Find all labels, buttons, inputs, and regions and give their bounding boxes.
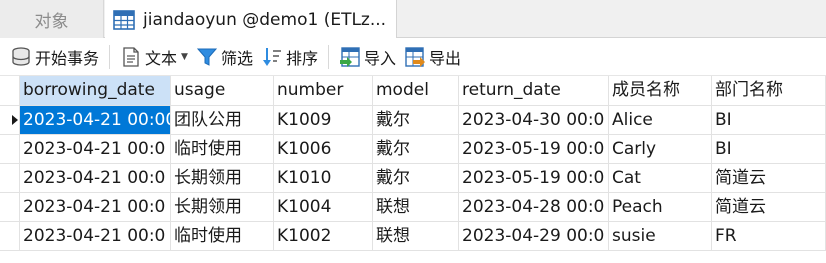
column-header-number[interactable]: number xyxy=(274,76,373,105)
import-icon xyxy=(339,46,360,67)
sort-button[interactable]: 排序 xyxy=(257,42,322,72)
table-cell[interactable]: 2023-04-21 00:0 xyxy=(20,222,171,250)
table-cell[interactable]: Alice xyxy=(609,106,712,134)
table-cell[interactable]: Cat xyxy=(609,164,712,192)
filter-button[interactable]: 筛选 xyxy=(192,42,257,72)
table-cell[interactable]: K1006 xyxy=(274,135,373,163)
current-row-arrow-icon xyxy=(12,115,18,125)
table-cell[interactable]: 简道云 xyxy=(712,193,826,221)
row-indicator[interactable] xyxy=(0,222,20,250)
text-view-button[interactable]: 文本 ▼ xyxy=(116,42,192,72)
tab-bar: 对象 jiandaoyun @demo1 (ETLz... xyxy=(0,0,826,39)
table-cell[interactable]: 联想 xyxy=(373,222,459,250)
row-indicator[interactable] xyxy=(0,164,20,192)
table-cell[interactable]: 2023-04-21 00:0 xyxy=(20,193,171,221)
table-row[interactable]: 2023-04-21 00:0 长期领用 K1010 戴尔 2023-05-19… xyxy=(0,164,826,193)
toolbar-divider xyxy=(109,44,111,69)
column-header-model[interactable]: model xyxy=(373,76,459,105)
begin-transaction-label: 开始事务 xyxy=(35,48,100,68)
table-icon xyxy=(113,9,135,30)
table-cell[interactable]: 戴尔 xyxy=(373,164,459,192)
funnel-icon xyxy=(196,48,218,66)
table-cell[interactable]: K1002 xyxy=(274,222,373,250)
table-row[interactable]: 2023-04-21 00:0 临时使用 K1002 联想 2023-04-29… xyxy=(0,222,826,251)
table-cell[interactable]: 联想 xyxy=(373,193,459,221)
table-cell[interactable]: 2023-04-21 00:00 xyxy=(20,106,171,134)
table-row[interactable]: 2023-04-21 00:0 临时使用 K1006 戴尔 2023-05-19… xyxy=(0,135,826,164)
row-indicator[interactable] xyxy=(0,193,20,221)
tab-objects-label: 对象 xyxy=(34,11,69,32)
export-label: 导出 xyxy=(429,48,462,68)
table-cell[interactable]: 临时使用 xyxy=(171,222,274,250)
tab-table-label: jiandaoyun @demo1 (ETLz... xyxy=(143,9,387,30)
table-cell[interactable]: 2023-05-19 00:0 xyxy=(459,164,609,192)
column-header-member-name[interactable]: 成员名称 xyxy=(609,76,712,105)
table-cell[interactable]: BI xyxy=(712,106,826,134)
tab-objects[interactable]: 对象 xyxy=(0,0,104,38)
table-cell[interactable]: 长期领用 xyxy=(171,164,274,192)
data-grid: borrowing_date usage number model return… xyxy=(0,76,826,263)
toolbar: 开始事务 文本 ▼ 筛选 排序 导入 导出 xyxy=(0,38,826,76)
document-icon xyxy=(123,46,139,67)
table-cell[interactable]: 2023-04-28 00:0 xyxy=(459,193,609,221)
export-icon xyxy=(405,46,425,67)
text-view-label: 文本 xyxy=(145,48,178,68)
database-icon xyxy=(12,46,30,66)
table-cell[interactable]: 戴尔 xyxy=(373,135,459,163)
column-header-department-name[interactable]: 部门名称 xyxy=(712,76,826,105)
row-indicator[interactable] xyxy=(0,135,20,163)
table-cell[interactable]: Peach xyxy=(609,193,712,221)
table-cell[interactable]: K1004 xyxy=(274,193,373,221)
chevron-down-icon: ▼ xyxy=(181,51,188,62)
table-cell[interactable]: 戴尔 xyxy=(373,106,459,134)
table-cell[interactable]: 2023-04-29 00:0 xyxy=(459,222,609,250)
column-header-usage[interactable]: usage xyxy=(171,76,274,105)
import-label: 导入 xyxy=(363,48,396,68)
table-cell[interactable]: FR xyxy=(712,222,826,250)
column-header-borrowing-date[interactable]: borrowing_date xyxy=(20,76,171,105)
header-row: borrowing_date usage number model return… xyxy=(0,76,826,106)
toolbar-divider xyxy=(327,44,329,69)
table-cell[interactable]: 2023-05-19 00:0 xyxy=(459,135,609,163)
table-cell[interactable]: 长期领用 xyxy=(171,193,274,221)
table-cell[interactable]: susie xyxy=(609,222,712,250)
sort-icon xyxy=(262,47,281,66)
table-cell[interactable]: 2023-04-21 00:0 xyxy=(20,164,171,192)
filter-label: 筛选 xyxy=(220,48,253,68)
import-button[interactable]: 导入 xyxy=(335,42,400,72)
export-button[interactable]: 导出 xyxy=(400,42,465,72)
begin-transaction-button[interactable]: 开始事务 xyxy=(6,42,103,72)
table-cell[interactable]: 团队公用 xyxy=(171,106,274,134)
table-cell[interactable]: BI xyxy=(712,135,826,163)
tab-table-jiandaoyun[interactable]: jiandaoyun @demo1 (ETLz... xyxy=(105,0,397,39)
column-header-return-date[interactable]: return_date xyxy=(459,76,609,105)
row-indicator[interactable] xyxy=(0,106,20,134)
table-cell[interactable]: K1009 xyxy=(274,106,373,134)
table-row[interactable]: 2023-04-21 00:00 团队公用 K1009 戴尔 2023-04-3… xyxy=(0,106,826,135)
table-cell[interactable]: 2023-04-21 00:0 xyxy=(20,135,171,163)
table-cell[interactable]: Carly xyxy=(609,135,712,163)
table-cell[interactable]: 临时使用 xyxy=(171,135,274,163)
table-cell[interactable]: K1010 xyxy=(274,164,373,192)
row-indicator-header xyxy=(0,76,20,105)
sort-label: 排序 xyxy=(285,48,318,68)
table-cell[interactable]: 简道云 xyxy=(712,164,826,192)
table-row[interactable]: 2023-04-21 00:0 长期领用 K1004 联想 2023-04-28… xyxy=(0,193,826,222)
table-cell[interactable]: 2023-04-30 00:0 xyxy=(459,106,609,134)
